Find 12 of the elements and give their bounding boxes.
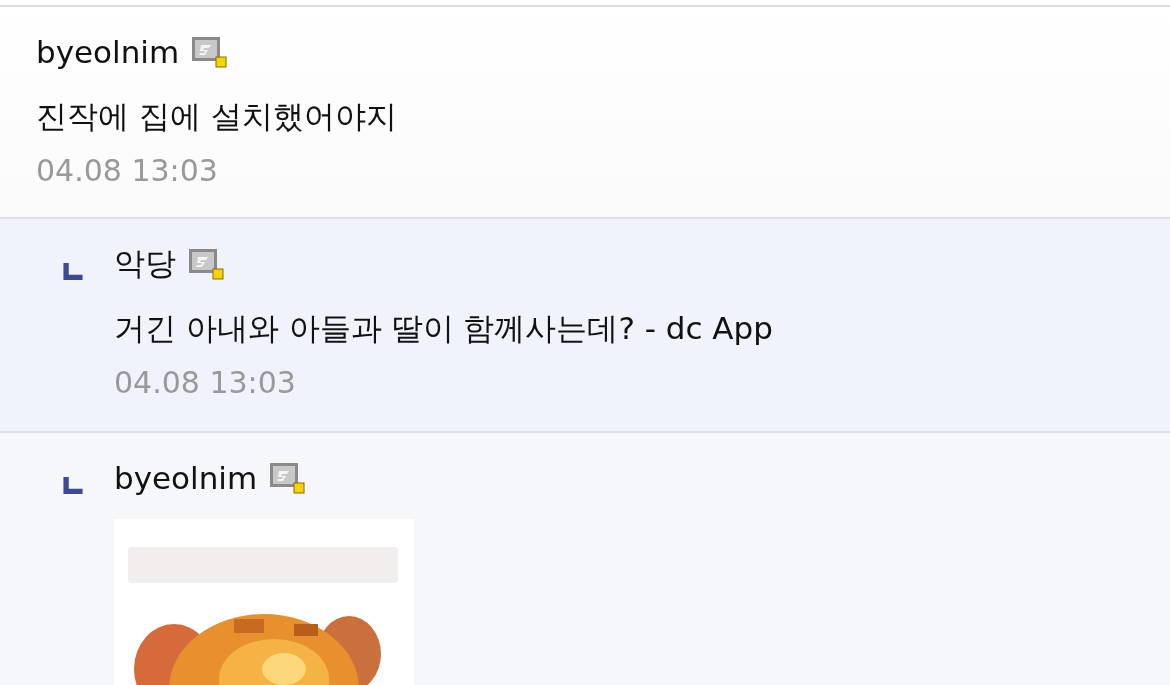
- comment-author[interactable]: byeolnim: [36, 34, 180, 70]
- gallery-icon: [188, 248, 224, 280]
- gallery-icon: [269, 462, 306, 494]
- reply-arrow-icon: [62, 263, 84, 280]
- gallery-icon: [191, 36, 228, 68]
- comment-text: 거긴 아내와 아들과 딸이 함께사는데? - dc App: [114, 309, 773, 348]
- comment-author[interactable]: byeolnim: [114, 460, 258, 496]
- comment-date: 04.08 13:03: [114, 364, 297, 402]
- comment-date: 04.08 13:03: [36, 152, 219, 190]
- comment-text: 진작에 집에 설치했어야지: [36, 97, 397, 136]
- comment-author[interactable]: 악당: [114, 243, 176, 285]
- reply-arrow-icon: [62, 477, 84, 494]
